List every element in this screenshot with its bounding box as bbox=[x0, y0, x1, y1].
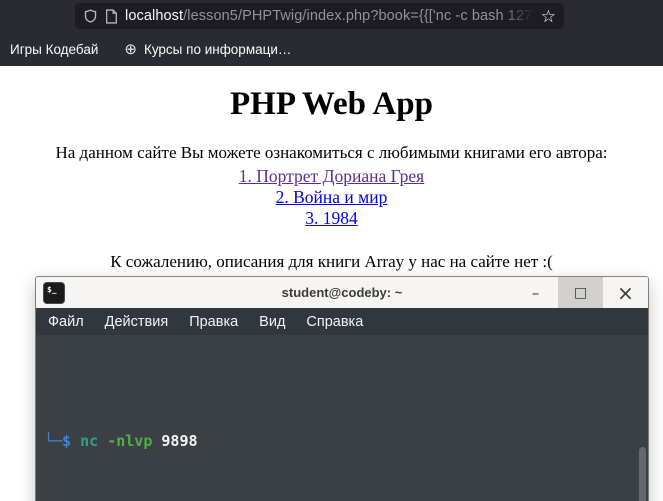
window-buttons: – □ × bbox=[513, 277, 648, 308]
terminal-window: $_ student@codeby: ~ – □ × Файл Действия… bbox=[36, 277, 648, 501]
prompt-flags: -nlvp bbox=[98, 432, 153, 450]
terminal-app-icon: $_ bbox=[43, 281, 65, 304]
terminal-menubar: Файл Действия Правка Вид Справка bbox=[36, 308, 648, 335]
prompt-arg: 9898 bbox=[152, 432, 198, 450]
terminal-scrollbar[interactable] bbox=[639, 447, 646, 501]
page-title: PHP Web App bbox=[230, 86, 433, 122]
url-host: localhost bbox=[125, 8, 184, 24]
url-path: /lesson5/PHPTwig/index.php?book={{['nc -… bbox=[183, 8, 534, 24]
terminal-prompt-line: └─$ nc -nlvp 9898 bbox=[44, 430, 648, 453]
bookmark-label: Курсы по информаци… bbox=[143, 41, 292, 57]
browser-toolbar: localhost/lesson5/PHPTwig/index.php?book… bbox=[0, 0, 663, 32]
bookmark-label: Игры Кодебай bbox=[10, 41, 99, 57]
page-info-icon[interactable] bbox=[105, 8, 118, 24]
menu-item-file[interactable]: Файл bbox=[48, 314, 84, 330]
minimize-button[interactable]: – bbox=[513, 277, 558, 308]
prompt-command: nc bbox=[80, 432, 99, 450]
shield-icon[interactable] bbox=[83, 8, 98, 24]
terminal-output[interactable]: ┌──(student㉿codeby)-[~] └─$ nc -nlvp 989… bbox=[36, 335, 648, 501]
terminal-line-clipped: ┌──(student㉿codeby)-[~] bbox=[44, 380, 648, 385]
prompt-symbol: └─$ bbox=[44, 432, 81, 450]
menu-item-help[interactable]: Справка bbox=[306, 314, 363, 330]
bookmark-item-courses[interactable]: ⊕ Курсы по информаци… bbox=[124, 42, 291, 57]
url-bar[interactable]: localhost/lesson5/PHPTwig/index.php?book… bbox=[75, 3, 564, 29]
menu-item-view[interactable]: Вид bbox=[259, 314, 285, 330]
globe-icon: ⊕ bbox=[124, 40, 137, 58]
terminal-titlebar[interactable]: $_ student@codeby: ~ – □ × bbox=[36, 277, 648, 308]
bookmark-item-games[interactable]: Игры Кодебай bbox=[10, 42, 98, 57]
bookmark-star-icon[interactable]: ☆ bbox=[541, 8, 556, 25]
close-button[interactable]: × bbox=[603, 277, 648, 308]
bookmarks-bar: Игры Кодебай ⊕ Курсы по информаци… bbox=[0, 32, 663, 66]
book-link-war-and-peace[interactable]: 2. Война и мир bbox=[0, 187, 663, 208]
menu-item-edit[interactable]: Правка bbox=[189, 314, 238, 330]
note-text: К сожалению, описания для книги Array у … bbox=[110, 252, 553, 271]
url-text[interactable]: localhost/lesson5/PHPTwig/index.php?book… bbox=[125, 8, 534, 24]
web-page-content: PHP Web App На данном сайте Вы можете оз… bbox=[0, 86, 663, 272]
book-link-dorian-gray[interactable]: 1. Портрет Дориана Грея bbox=[0, 166, 663, 187]
book-link-1984[interactable]: 3. 1984 bbox=[0, 208, 663, 229]
book-links: 1. Портрет Дориана Грея 2. Война и мир 3… bbox=[0, 166, 663, 229]
terminal-line: listening on [any] 9898 ... bbox=[44, 498, 648, 501]
browser-chrome: localhost/lesson5/PHPTwig/index.php?book… bbox=[0, 0, 663, 66]
intro-text: На данном сайте Вы можете ознакомиться с… bbox=[55, 143, 608, 162]
maximize-button[interactable]: □ bbox=[558, 277, 603, 308]
menu-item-actions[interactable]: Действия bbox=[105, 314, 169, 330]
